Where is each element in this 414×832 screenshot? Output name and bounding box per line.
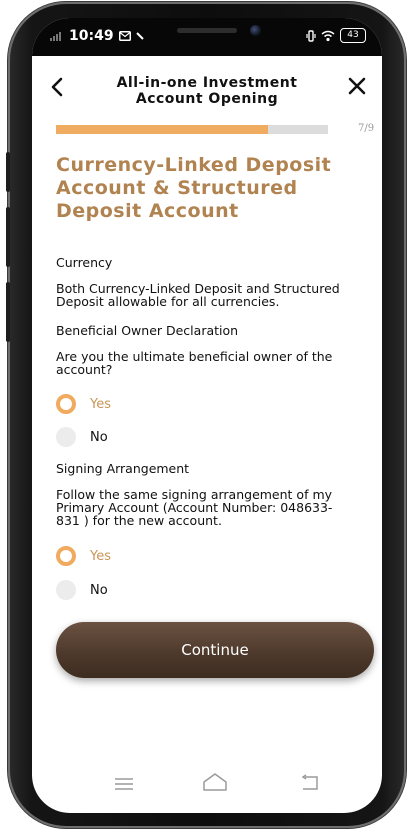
beneficial-owner-question: Are you the ultimate beneficial owner of… — [56, 349, 333, 377]
progress-step: 7/9 — [358, 123, 375, 134]
close-button[interactable] — [347, 75, 367, 101]
beneficial-no-label: No — [90, 429, 108, 445]
radio-unselected[interactable] — [56, 427, 76, 447]
signal-icon — [50, 31, 61, 41]
beneficial-yes-label: Yes — [90, 396, 111, 412]
radio-unselected[interactable] — [56, 580, 76, 600]
signing-arrangement-question: Follow the same signing arrangement of m… — [56, 487, 333, 528]
notification-icon — [135, 32, 144, 40]
menu-icon — [115, 778, 133, 790]
beneficial-yes-option[interactable]: Yes — [56, 394, 111, 414]
front-camera — [250, 25, 261, 36]
radio-selected[interactable] — [56, 546, 76, 566]
status-right: 43 — [306, 28, 366, 43]
home-icon — [203, 773, 227, 791]
signing-arrangement-heading: Signing Arrangement — [56, 461, 190, 476]
signing-no-option[interactable]: No — [56, 580, 108, 600]
beneficial-no-option[interactable]: No — [56, 427, 108, 447]
recent-apps-button[interactable] — [114, 776, 134, 795]
close-icon — [348, 77, 366, 95]
system-nav-bar — [32, 758, 382, 808]
continue-button[interactable]: Continue — [56, 622, 374, 678]
page-title: All-in-one Investment Account Opening — [116, 75, 298, 107]
status-time: 10:49 — [69, 28, 114, 44]
signing-yes-option[interactable]: Yes — [56, 546, 111, 566]
chevron-left-icon — [51, 77, 63, 97]
signing-yes-label: Yes — [90, 548, 111, 564]
volume-button — [6, 207, 10, 267]
signing-no-label: No — [90, 582, 108, 598]
vibrate-icon — [306, 29, 316, 42]
back-arrow-icon — [301, 774, 318, 790]
back-button[interactable] — [50, 76, 64, 103]
volume-button — [6, 152, 10, 192]
power-button — [6, 282, 10, 342]
wifi-icon — [321, 30, 335, 41]
back-nav-button[interactable] — [300, 774, 320, 796]
battery-icon: 43 — [340, 28, 366, 43]
app-screen: 10:49 43 All-in-one Investment Account O… — [32, 18, 382, 813]
currency-description: Both Currency-Linked Deposit and Structu… — [56, 281, 340, 309]
progress-bar — [56, 125, 328, 134]
beneficial-owner-heading: Beneficial Owner Declaration — [56, 323, 239, 338]
progress-fill — [56, 125, 269, 134]
section-title: Currency-Linked Deposit Account & Struct… — [56, 154, 332, 222]
message-icon — [118, 31, 131, 41]
status-bar: 10:49 43 — [32, 18, 382, 56]
earpiece — [177, 28, 237, 33]
currency-heading: Currency — [56, 255, 113, 270]
radio-selected[interactable] — [56, 394, 76, 414]
status-left: 10:49 — [50, 28, 144, 44]
home-button[interactable] — [202, 772, 228, 796]
